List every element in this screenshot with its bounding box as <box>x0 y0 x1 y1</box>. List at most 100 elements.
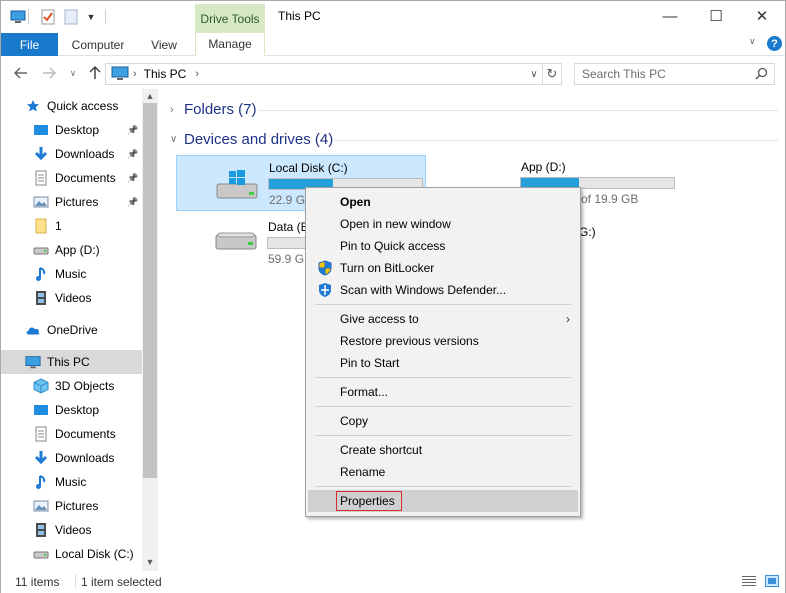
film-icon <box>33 290 49 306</box>
sidebar-item-downloads[interactable]: Downloads 📌 <box>1 142 142 166</box>
context-menu: Open Open in new window Pin to Quick acc… <box>305 187 581 517</box>
sidebar-item-onedrive[interactable]: OneDrive <box>1 318 142 342</box>
menu-item-label: Open in new window <box>340 217 451 231</box>
up-arrow-icon[interactable] <box>85 63 105 83</box>
menu-item-copy[interactable]: Copy <box>308 410 578 432</box>
selection-count: 1 item selected <box>81 575 162 589</box>
minimize-button[interactable]: — <box>647 1 693 31</box>
menu-item-open-new-window[interactable]: Open in new window <box>308 213 578 235</box>
sidebar-item-label: Local Disk (C:) <box>55 547 134 561</box>
breadcrumb-separator-icon[interactable]: › <box>195 68 199 80</box>
scroll-down-icon[interactable]: ▼ <box>142 555 158 569</box>
this-pc-icon <box>111 66 129 83</box>
menu-item-give-access[interactable]: Give access to › <box>308 308 578 330</box>
details-view-icon[interactable] <box>742 575 756 587</box>
documents-icon <box>33 426 49 442</box>
menu-item-defender-scan[interactable]: Scan with Windows Defender... <box>308 279 578 301</box>
sidebar-item-downloads[interactable]: Downloads <box>1 446 142 470</box>
back-arrow-icon[interactable] <box>11 63 31 83</box>
sidebar-item-music[interactable]: Music <box>1 262 142 286</box>
sidebar-item-label: Videos <box>55 291 92 305</box>
customize-toolbar-icon[interactable]: ▼ <box>84 6 98 28</box>
menu-item-pin-quick-access[interactable]: Pin to Quick access <box>308 235 578 257</box>
drive-free-space: 59.9 G <box>268 252 305 266</box>
tab-file[interactable]: File <box>1 33 58 56</box>
sidebar-item-local-disk-c[interactable]: Local Disk (C:) <box>1 542 142 566</box>
sidebar-item-label: This PC <box>47 355 90 369</box>
sidebar-item-documents[interactable]: Documents 📌 <box>1 166 142 190</box>
sidebar-item-pictures[interactable]: Pictures 📌 <box>1 190 142 214</box>
film-icon <box>33 522 49 538</box>
sidebar-item-music[interactable]: Music <box>1 470 142 494</box>
ribbon-tabs: File Computer View Manage ∨ ? <box>1 33 785 56</box>
breadcrumb-this-pc[interactable]: This PC <box>144 67 187 81</box>
sidebar-item-1[interactable]: 1 <box>1 214 142 238</box>
computer-icon[interactable] <box>9 6 27 28</box>
properties-check-icon[interactable] <box>39 6 57 28</box>
sidebar-item-this-pc[interactable]: This PC <box>1 350 142 374</box>
address-dropdown-icon[interactable]: ∨ <box>526 64 542 84</box>
sidebar-item-pictures[interactable]: Pictures <box>1 494 142 518</box>
tab-manage[interactable]: Manage <box>195 33 265 56</box>
sidebar-item-desktop[interactable]: Desktop <box>1 398 142 422</box>
tab-view[interactable]: View <box>138 33 190 56</box>
title-divider <box>105 9 106 24</box>
drive-icon <box>214 229 258 256</box>
menu-item-format[interactable]: Format... <box>308 381 578 403</box>
refresh-icon[interactable]: ↻ <box>543 63 562 85</box>
status-bar: 11 items 1 item selected <box>1 571 785 593</box>
maximize-button[interactable]: ☐ <box>693 1 739 31</box>
sidebar-item-label: Desktop <box>55 403 100 417</box>
sidebar-item-quick-access[interactable]: Quick access <box>1 94 142 118</box>
group-folders[interactable]: › Folders (7) <box>170 101 257 118</box>
menu-item-rename[interactable]: Rename <box>308 461 578 483</box>
cube-icon <box>33 378 49 394</box>
group-folders-label: Folders (7) <box>184 101 257 118</box>
sidebar-item-label: Pictures <box>55 499 99 513</box>
explorer-window: ▼ Drive Tools This PC — ☐ ✕ File Compute… <box>0 0 786 593</box>
sidebar-scrollbar[interactable]: ▲ ▼ <box>142 89 158 571</box>
breadcrumb-separator-icon[interactable]: › <box>133 68 137 80</box>
sidebar-item-label: Documents <box>55 171 116 185</box>
sidebar-item-videos[interactable]: Videos <box>1 286 142 310</box>
item-count: 11 items <box>15 575 60 589</box>
pin-icon: 📌 <box>127 196 139 207</box>
drive-tools-label: Drive Tools <box>195 4 265 33</box>
desktop-folder-icon <box>33 402 49 418</box>
chevron-down-icon: ∨ <box>170 134 178 145</box>
search-input[interactable] <box>580 66 750 82</box>
address-bar[interactable]: › This PC › ∨ <box>105 63 543 85</box>
scrollbar-thumb[interactable] <box>143 103 157 478</box>
expand-ribbon-icon[interactable]: ∨ <box>749 36 756 47</box>
menu-item-open[interactable]: Open <box>308 191 578 213</box>
drive-icon <box>33 242 49 258</box>
defender-icon <box>317 282 333 298</box>
group-devices[interactable]: ∨ Devices and drives (4) <box>170 131 333 148</box>
drive-name: Data (E <box>268 220 309 234</box>
large-icons-view-icon[interactable] <box>765 575 779 587</box>
sidebar-item-documents[interactable]: Documents <box>1 422 142 446</box>
recent-locations-chevron-icon[interactable]: ∨ <box>63 63 83 83</box>
menu-item-properties[interactable]: Properties <box>308 490 578 512</box>
tab-computer[interactable]: Computer <box>63 33 133 56</box>
sidebar-item-app-d[interactable]: App (D:) <box>1 238 142 262</box>
menu-item-restore-versions[interactable]: Restore previous versions <box>308 330 578 352</box>
shield-icon <box>317 260 333 276</box>
pin-icon: 📌 <box>127 124 139 135</box>
search-box[interactable] <box>574 63 775 85</box>
menu-item-bitlocker[interactable]: Turn on BitLocker <box>308 257 578 279</box>
sidebar-item-videos[interactable]: Videos <box>1 518 142 542</box>
help-button[interactable]: ? <box>767 36 782 51</box>
menu-item-pin-start[interactable]: Pin to Start <box>308 352 578 374</box>
sidebar-item-desktop[interactable]: Desktop 📌 <box>1 118 142 142</box>
sidebar-item-3d-objects[interactable]: 3D Objects <box>1 374 142 398</box>
download-arrow-icon <box>33 146 49 162</box>
scroll-up-icon[interactable]: ▲ <box>142 89 158 103</box>
documents-icon <box>33 170 49 186</box>
new-folder-icon[interactable] <box>63 6 79 28</box>
forward-arrow-icon[interactable] <box>39 63 59 83</box>
window-title: This PC <box>278 9 321 23</box>
search-icon[interactable] <box>755 67 768 83</box>
menu-item-create-shortcut[interactable]: Create shortcut <box>308 439 578 461</box>
close-button[interactable]: ✕ <box>739 1 785 31</box>
